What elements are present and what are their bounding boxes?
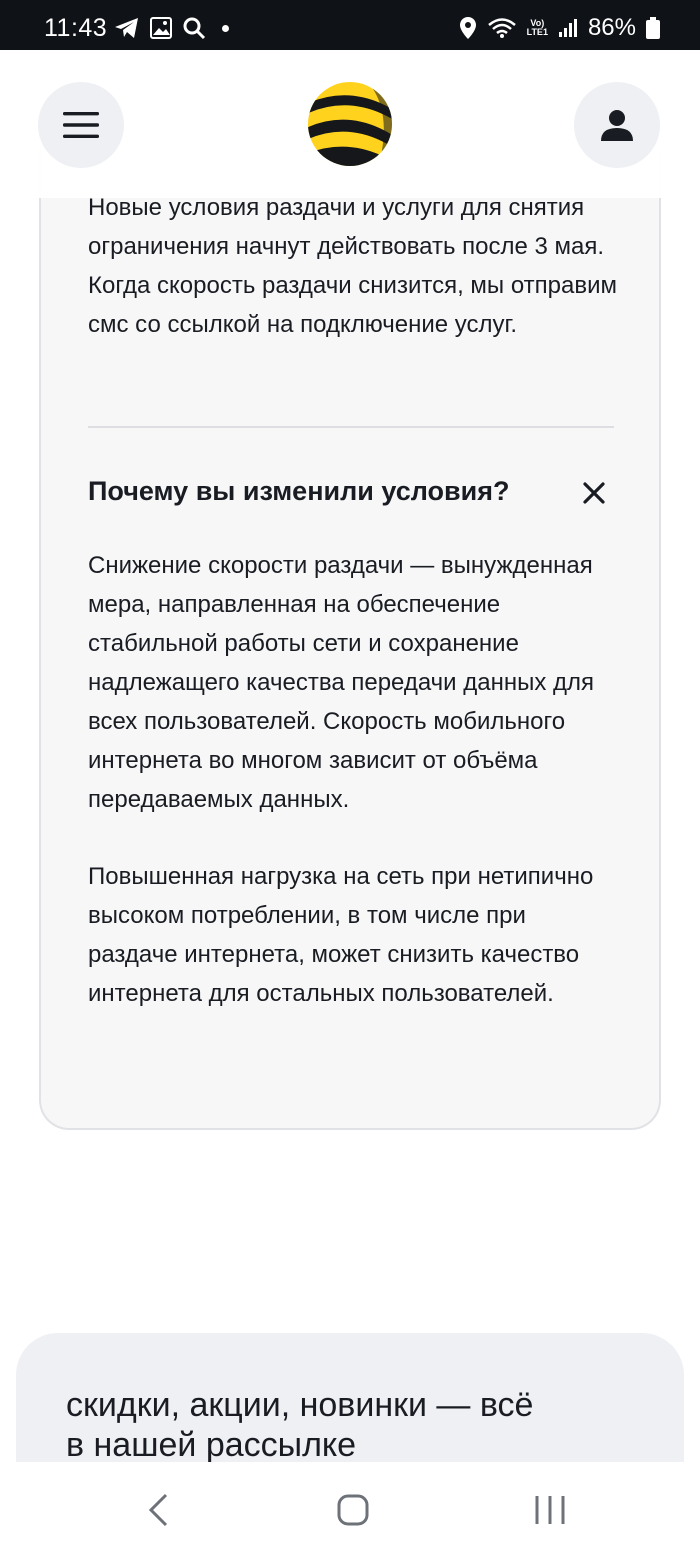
notification-dot-icon xyxy=(222,24,229,32)
site-header xyxy=(0,50,700,198)
gallery-icon xyxy=(150,17,172,39)
hamburger-menu-icon xyxy=(63,112,99,138)
telegram-icon xyxy=(115,18,138,38)
home-button[interactable] xyxy=(323,1488,383,1532)
user-icon xyxy=(601,110,633,141)
menu-button[interactable] xyxy=(38,82,124,168)
search-icon xyxy=(183,17,206,40)
status-bar: 11:43 Vo) LTE1 86% xyxy=(0,0,700,50)
recent-apps-button[interactable] xyxy=(520,1488,580,1532)
battery-icon xyxy=(646,17,660,39)
close-icon[interactable] xyxy=(581,480,607,506)
wifi-icon xyxy=(487,18,516,38)
system-nav-bar xyxy=(0,1462,700,1556)
back-icon xyxy=(148,1493,168,1527)
conditions-paragraph: Новые условия раздачи и услуги для сняти… xyxy=(88,194,618,338)
battery-percent: 86% xyxy=(587,14,636,41)
faq-answer-paragraph: Снижение скорости раздачи — вынужденная … xyxy=(88,552,595,813)
divider xyxy=(88,426,614,428)
home-icon xyxy=(337,1494,369,1526)
status-time: 11:43 xyxy=(44,14,108,42)
profile-button[interactable] xyxy=(574,82,660,168)
beeline-logo[interactable] xyxy=(306,80,394,168)
network-type: Vo) LTE1 xyxy=(526,18,548,37)
newsletter-title: скидки, акции, новинки — всё в нашей рас… xyxy=(66,1386,534,1464)
recent-apps-icon xyxy=(535,1496,565,1524)
back-button[interactable] xyxy=(128,1488,188,1532)
faq-question[interactable]: Почему вы изменили условия? xyxy=(88,476,509,507)
signal-icon xyxy=(558,19,577,37)
location-icon xyxy=(459,17,476,39)
faq-answer-paragraph: Повышенная нагрузка на сеть при нетипичн… xyxy=(88,863,594,1007)
faq-card: Новые условия раздачи и услуги для сняти… xyxy=(39,150,661,1130)
